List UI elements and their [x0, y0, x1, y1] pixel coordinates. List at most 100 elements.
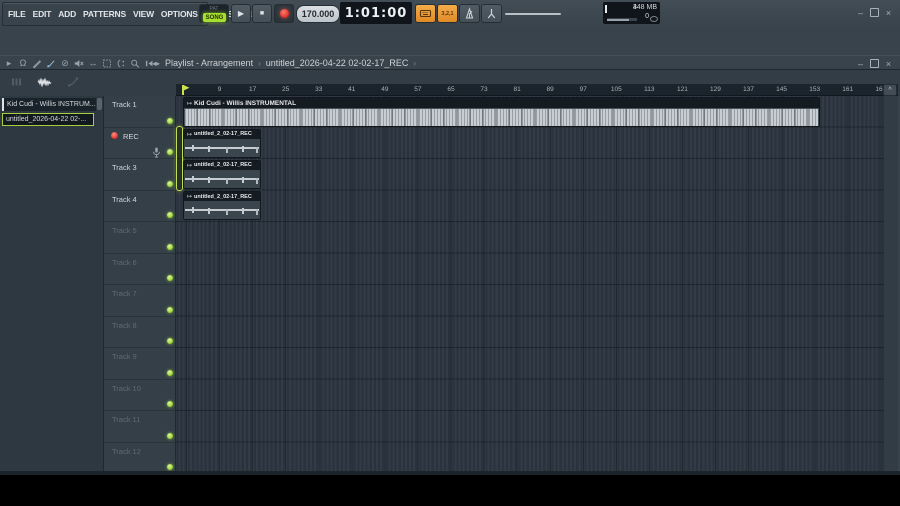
- paint-brush-icon[interactable]: [46, 58, 56, 69]
- close-icon[interactable]: ×: [883, 7, 894, 18]
- timeline-ruler[interactable]: 9 17 25 33 41 49 57 65 73 81 89 97 105 113 121 129 137 14…: [176, 84, 898, 96]
- arrangement-name[interactable]: untitled_2026-04-22 02-02-17_REC: [266, 58, 409, 68]
- zoom-tool-icon[interactable]: [130, 58, 140, 69]
- track-enable-led[interactable]: [167, 275, 173, 281]
- playlist-menu-icon[interactable]: ▸: [4, 58, 14, 69]
- record-button[interactable]: [274, 4, 294, 23]
- patterns-filter-icon[interactable]: [10, 75, 23, 89]
- clip-waveform-area[interactable]: [184, 169, 260, 188]
- detach-nav-icon[interactable]: ◂▸: [152, 59, 160, 68]
- audio-clip-main[interactable]: ↦ Kid Cudi - Willis INSTRUMENTAL: [183, 97, 820, 127]
- track-header[interactable]: Track 11: [104, 411, 175, 443]
- playhead-marker[interactable]: [182, 85, 190, 95]
- stop-button[interactable]: ■: [252, 4, 272, 23]
- track-name[interactable]: Track 11: [112, 415, 140, 424]
- track-enable-led[interactable]: [167, 243, 173, 250]
- close-icon[interactable]: ×: [883, 58, 894, 69]
- clip-waveform-area[interactable]: [184, 201, 260, 219]
- track-enable-led[interactable]: [167, 338, 173, 344]
- track-name[interactable]: Track 5: [112, 226, 137, 235]
- track-name[interactable]: Track 12: [112, 447, 141, 456]
- clip-menu-icon[interactable]: ↦: [187, 131, 192, 138]
- track-enable-led[interactable]: [167, 212, 173, 218]
- menu-item[interactable]: VIEW: [133, 9, 154, 19]
- audio-filter-icon[interactable]: [37, 75, 53, 89]
- delete-tool-icon[interactable]: ⊘: [60, 58, 70, 69]
- slip-stretch-icon[interactable]: ↔: [88, 58, 98, 68]
- menu-item[interactable]: PATTERNS: [83, 9, 126, 19]
- track-enable-led[interactable]: [167, 432, 173, 439]
- track-enable-led[interactable]: [167, 369, 173, 376]
- menu-item[interactable]: OPTIONS: [161, 9, 198, 19]
- track-name[interactable]: Track 6: [112, 258, 137, 267]
- track-enable-led[interactable]: [167, 117, 173, 124]
- track-header[interactable]: Track 6: [104, 254, 175, 285]
- select-tool-icon[interactable]: [102, 58, 112, 69]
- audio-clip-take[interactable]: ↦ untitled_2_02-17_REC: [183, 159, 261, 189]
- minimize-icon[interactable]: –: [855, 58, 866, 69]
- clip-header[interactable]: ↦ Kid Cudi - Willis INSTRUMENTAL: [184, 98, 819, 108]
- menu-item[interactable]: ADD: [58, 9, 76, 19]
- zoom-to-fit-icon[interactable]: [116, 58, 126, 69]
- wait-for-input-button[interactable]: [481, 4, 502, 23]
- track-header[interactable]: Track 3: [104, 159, 175, 191]
- track-name[interactable]: Track 7: [112, 289, 137, 298]
- track-enable-led[interactable]: [167, 306, 173, 313]
- picker-item-audio[interactable]: Kid Cudi - Willis INSTRUM...: [2, 98, 96, 111]
- track-header[interactable]: Track 10: [104, 380, 175, 411]
- clip-waveform-area[interactable]: [184, 138, 260, 157]
- mute-tool-icon[interactable]: [74, 58, 84, 69]
- scroll-up-button[interactable]: ^: [883, 84, 897, 96]
- playlist-title[interactable]: Playlist - Arrangement: [165, 58, 253, 68]
- maximize-icon[interactable]: [870, 8, 879, 17]
- track-header[interactable]: Track 12: [104, 443, 175, 474]
- draw-pencil-icon[interactable]: [32, 58, 42, 69]
- menu-item[interactable]: EDIT: [33, 9, 52, 19]
- track-header[interactable]: Track 9: [104, 348, 175, 380]
- clip-header[interactable]: ↦ untitled_2_02-17_REC: [184, 160, 260, 170]
- track-enable-led[interactable]: [167, 401, 173, 407]
- clip-header[interactable]: ↦ untitled_2_02-17_REC: [184, 192, 260, 201]
- track-name[interactable]: REC: [112, 132, 139, 141]
- track-name[interactable]: Track 3: [112, 163, 137, 172]
- track-header[interactable]: Track 5: [104, 222, 175, 254]
- track-name[interactable]: Track 9: [112, 352, 137, 361]
- clip-header[interactable]: ↦ untitled_2_02-17_REC: [184, 129, 260, 139]
- track-header[interactable]: Track 4: [104, 191, 175, 222]
- clip-menu-icon[interactable]: ↦: [187, 100, 192, 107]
- track-name[interactable]: Track 4: [112, 195, 137, 204]
- track-header[interactable]: Track 8: [104, 317, 175, 348]
- maximize-icon[interactable]: [870, 59, 879, 68]
- vertical-scrollbar-lane[interactable]: [884, 96, 898, 474]
- track-enable-led[interactable]: [167, 180, 173, 187]
- track-selection-indicator[interactable]: [176, 126, 183, 191]
- play-button[interactable]: ▶: [231, 4, 251, 23]
- clip-menu-icon[interactable]: ↦: [187, 193, 192, 200]
- picker-scrollbar-thumb[interactable]: [97, 98, 102, 110]
- bpm-display[interactable]: 170.000: [296, 5, 340, 23]
- clip-waveform-area[interactable]: [184, 108, 819, 126]
- automation-filter-icon[interactable]: [67, 75, 80, 89]
- track-name[interactable]: Track 10: [112, 384, 141, 393]
- track-name[interactable]: Track 8: [112, 321, 137, 330]
- track-header[interactable]: REC: [104, 128, 175, 159]
- track-enable-led[interactable]: [167, 149, 173, 155]
- time-display[interactable]: 1:01:00: [340, 2, 412, 24]
- blend-notes-button[interactable]: [415, 4, 436, 23]
- audio-clip-take[interactable]: ↦ untitled_2_02-17_REC: [183, 128, 261, 158]
- audio-clip-take[interactable]: ↦ untitled_2_02-17_REC: [183, 191, 261, 220]
- picker-item-selected[interactable]: untitled_2026-04-22 02-...: [2, 113, 94, 126]
- clip-menu-icon[interactable]: ↦: [187, 162, 192, 169]
- track-name[interactable]: Track 1: [112, 100, 137, 109]
- track-header[interactable]: Track 7: [104, 285, 175, 317]
- track-enable-led[interactable]: [167, 464, 173, 470]
- track-header[interactable]: Track 1: [104, 96, 175, 128]
- menu-item[interactable]: FILE: [8, 9, 26, 19]
- minimize-icon[interactable]: –: [855, 7, 866, 18]
- snap-magnet-icon[interactable]: Ω: [18, 58, 28, 68]
- main-volume-slider[interactable]: [505, 13, 561, 15]
- countdown-button[interactable]: 3,2,1: [437, 4, 458, 23]
- playlist-grid[interactable]: ↦ Kid Cudi - Willis INSTRUMENTAL ↦ untit…: [176, 96, 898, 474]
- pat-song-toggle[interactable]: PAT SONG: [199, 4, 229, 23]
- metronome-button[interactable]: [459, 4, 480, 23]
